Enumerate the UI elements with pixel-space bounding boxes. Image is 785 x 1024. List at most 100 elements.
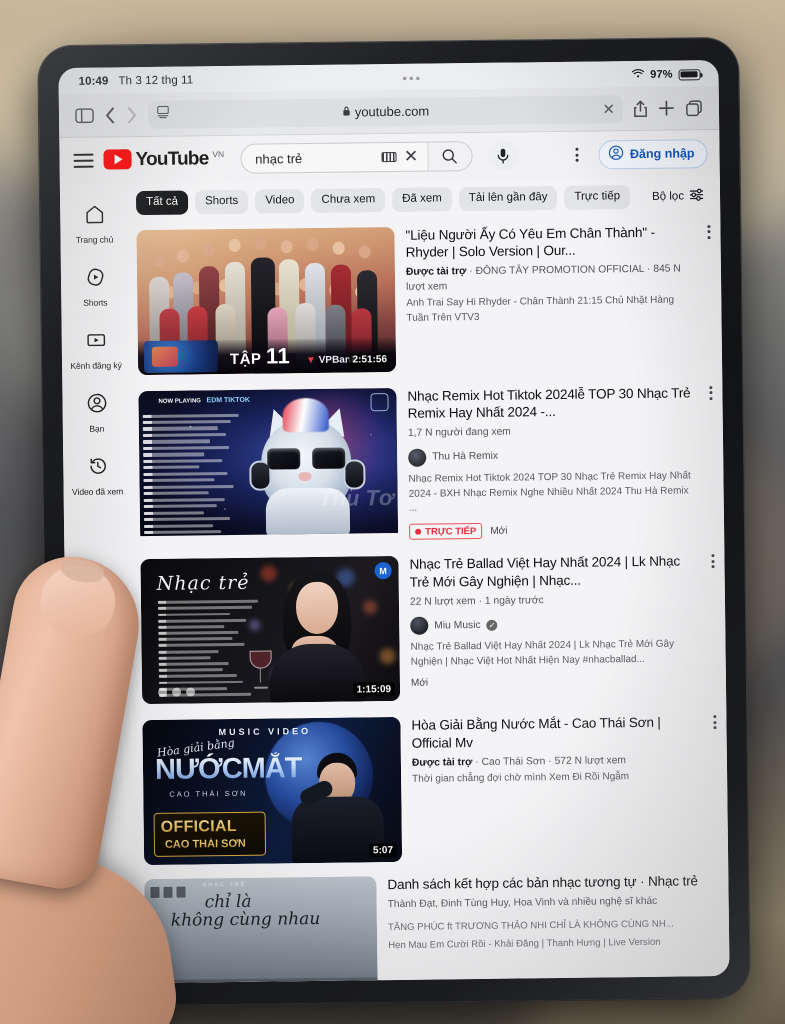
filter-label: Bộ lọc [652, 190, 685, 203]
sidebar-item-subscriptions[interactable]: Kênh đăng ký [61, 317, 130, 381]
search-input[interactable]: nhạc trẻ [241, 150, 382, 167]
upload-time: 1 ngày trước [484, 594, 544, 607]
video-description: Nhạc Trẻ Ballad Việt Hay Nhất 2024 | Lk … [410, 638, 675, 668]
microphone-icon[interactable] [488, 140, 519, 171]
video-description: Nhạc Remix Hot Tiktok 2024 TOP 30 Nhạc T… [408, 470, 691, 515]
back-button[interactable] [104, 106, 116, 124]
channel-name[interactable]: Thu Hà Remix [432, 451, 498, 463]
mix-playlist-row[interactable]: NHẠC TRẺ chỉ là không cùng nhau Danh sác… [136, 868, 729, 984]
thumb-tracklist [157, 599, 259, 700]
chip-shorts[interactable]: Shorts [194, 189, 249, 214]
video-title[interactable]: Nhạc Trẻ Ballad Việt Hay Nhất 2024 | Lk … [409, 552, 696, 591]
sidebar-item-label: Trang chủ [75, 234, 114, 245]
battery-percent: 97% [650, 68, 673, 81]
result-row[interactable]: Nhạc trẻ M 1:15:09 Nhạc Trẻ Ballad Việt … [132, 546, 726, 714]
video-thumbnail[interactable]: MUSIC VIDEO Hòa giải bằng NƯỚCMẮT CAO TH… [142, 717, 403, 866]
result-row[interactable]: NOW PLAYING EDM TIKTOK Thu Tơ Nhạc Remix… [130, 377, 724, 553]
video-title[interactable]: Nhạc Remix Hot Tiktok 2024lễ TOP 30 Nhạc… [407, 384, 694, 423]
share-icon[interactable] [633, 99, 648, 117]
mix-thumbnail[interactable]: NHẠC TRẺ chỉ là không cùng nhau [144, 876, 378, 984]
filter-button[interactable]: Bộ lọc [652, 188, 710, 205]
view-count: 572 N lượt xem [554, 754, 627, 767]
account-circle-icon [86, 392, 107, 418]
tablet-screen: 10:49 Th 3 12 thg 11 ••• 97% youtube.com… [58, 60, 730, 984]
wifi-icon [631, 68, 644, 81]
sidebar-item-home[interactable]: Trang chủ [60, 191, 129, 255]
sidebar-item-history[interactable]: Video đã xem [63, 443, 132, 507]
status-date: Th 3 12 thg 11 [118, 74, 194, 88]
chip-chua-xem[interactable]: Chưa xem [311, 188, 386, 213]
forward-button[interactable] [126, 106, 138, 124]
result-more-icon[interactable] [709, 385, 713, 400]
channel-avatar[interactable] [408, 448, 427, 467]
video-description: Anh Trai Say Hi Rhyder - Chân Thành 21:1… [406, 294, 675, 324]
youtube-wordmark: YouTube [135, 148, 209, 171]
youtube-play-icon [103, 149, 132, 170]
tabs-icon[interactable] [685, 99, 703, 117]
url-text: youtube.com [354, 103, 430, 120]
shorts-icon [84, 267, 105, 293]
chip-tai-len-gan-day[interactable]: Tải lên gần đây [458, 185, 558, 211]
channel-name[interactable]: Cao Thái Sơn [481, 756, 545, 768]
history-icon [87, 455, 108, 481]
sidebar-toggle-icon[interactable] [75, 107, 94, 123]
clear-search-icon[interactable]: ✕ [404, 147, 418, 167]
thumb-official-artist: CAO THÁI SƠN [164, 837, 246, 851]
address-bar[interactable]: youtube.com ✕ [147, 94, 624, 129]
account-circle-icon [609, 145, 624, 163]
multitask-dots[interactable]: ••• [193, 68, 631, 88]
sidebar-item-label: Bạn [89, 423, 105, 434]
header-more-icon[interactable] [566, 147, 589, 162]
keyboard-icon[interactable] [381, 151, 398, 163]
video-duration: 2:51:56 [348, 352, 392, 368]
new-tag: Mới [410, 677, 429, 689]
video-thumbnail[interactable]: NOW PLAYING EDM TIKTOK Thu Tơ [138, 387, 399, 543]
channel-name[interactable]: Miu Music [434, 620, 480, 632]
youtube-body: Trang chủ Shorts Kênh đăng ký Bạn Video … [59, 175, 730, 984]
view-count: 22 N lượt xem [409, 595, 476, 608]
result-more-icon[interactable] [711, 554, 715, 569]
chip-tat-ca[interactable]: Tất cả [135, 190, 189, 215]
country-code: VN [212, 149, 225, 160]
video-thumbnail[interactable]: TẬP 11 ▼ VPBank 2:51:56 [136, 226, 397, 375]
video-thumbnail[interactable]: Nhạc trẻ M 1:15:09 [140, 556, 401, 705]
thumb-cat-dj-art [249, 397, 366, 536]
youtube-logo[interactable]: YouTube VN [103, 148, 224, 171]
thumb-official-label: OFFICIAL [160, 818, 237, 836]
mix-title[interactable]: Danh sách kết hợp các bản nhạc tương tự … [387, 872, 700, 894]
video-duration: 1:15:09 [352, 682, 396, 697]
verified-badge-icon: ✓ [486, 619, 498, 631]
new-tab-icon[interactable] [658, 100, 675, 117]
reader-view-icon[interactable] [156, 105, 170, 124]
thumb-episode-label: TẬP 11 [229, 342, 291, 369]
sidebar-item-label: Shorts [83, 297, 108, 308]
sidebar-item-label: Kênh đăng ký [70, 360, 122, 371]
lock-icon [342, 104, 351, 119]
chip-truc-tiep[interactable]: Trực tiếp [564, 185, 631, 210]
result-row[interactable]: TẬP 11 ▼ VPBank 2:51:56 "Liệu Người Ấy C… [128, 216, 722, 384]
sidebar-item-shorts[interactable]: Shorts [61, 254, 130, 318]
clear-url-icon[interactable]: ✕ [602, 100, 615, 118]
thumb-now-playing: NOW PLAYING [158, 397, 201, 405]
battery-icon [678, 68, 701, 80]
channel-name[interactable]: ĐÔNG TÂY PROMOTION OFFICIAL [475, 264, 644, 277]
video-title[interactable]: Hòa Giải Bằng Nước Mắt - Cao Thái Sơn | … [411, 713, 698, 752]
chip-da-xem[interactable]: Đã xem [392, 187, 452, 212]
search-icon[interactable] [427, 142, 472, 171]
thumb-main-title: NƯỚCMẮT [154, 752, 302, 787]
chip-video[interactable]: Video [255, 189, 305, 214]
video-title[interactable]: "Liệu Người Ấy Có Yêu Em Chân Thành" - R… [405, 223, 692, 262]
thumb-edm-label: EDM TIKTOK [206, 396, 250, 404]
live-dot-icon [415, 528, 422, 535]
result-row[interactable]: MUSIC VIDEO Hòa giải bằng NƯỚCMẮT CAO TH… [134, 707, 728, 875]
sign-in-button[interactable]: Đăng nhập [598, 138, 708, 169]
result-more-icon[interactable] [707, 224, 711, 239]
search-bar[interactable]: nhạc trẻ ✕ [240, 141, 473, 174]
video-duration: 5:07 [368, 843, 398, 858]
result-more-icon[interactable] [713, 715, 717, 730]
hamburger-menu-icon[interactable] [73, 153, 94, 168]
sidebar-item-label: Video đã xem [71, 486, 124, 497]
sidebar-item-you[interactable]: Bạn [62, 380, 131, 444]
new-tag: Mới [490, 525, 508, 537]
channel-avatar[interactable] [410, 616, 429, 636]
